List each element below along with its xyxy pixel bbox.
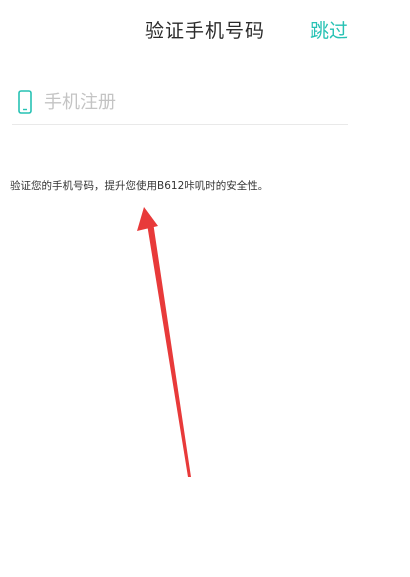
arrow-shaft [147,222,191,477]
skip-button[interactable]: 跳过 [310,16,348,43]
smartphone-icon [14,90,36,114]
phone-register-field[interactable] [12,82,348,125]
header-bar: 验证手机号码 跳过 [0,0,410,60]
arrow-head [137,207,158,231]
verification-description: 验证您的手机号码，提升您使用B612咔叽时的安全性。 [10,180,269,192]
page-title: 验证手机号码 [144,20,265,42]
phone-input[interactable] [44,88,334,116]
